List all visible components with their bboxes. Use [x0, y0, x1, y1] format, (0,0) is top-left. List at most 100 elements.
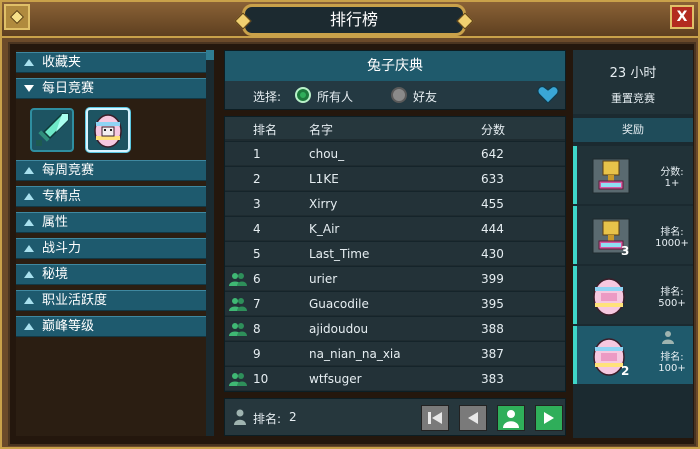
filter-friends-radio[interactable] — [391, 87, 407, 103]
rank-cell: 1 — [253, 147, 261, 161]
sidebar-item-paragon[interactable]: 巅峰等级 — [16, 316, 208, 337]
rank-cell: 4 — [253, 222, 261, 236]
sidebar-item-label: 收藏夹 — [42, 55, 82, 70]
name-cell: L1KE — [309, 172, 339, 186]
table-row[interactable]: 7 Guacodile 395 — [225, 291, 565, 315]
title-bar: 排行榜 X — [2, 2, 698, 38]
sidebar-item-label: 每周竞赛 — [42, 163, 95, 178]
column-header-name: 名字 — [309, 123, 334, 137]
leaderboard-table: 排名 名字 分数 1 chou_ 642 2 L1KE 633 3 Xirry 455 4 K_Ai… — [224, 116, 566, 392]
name-cell: Guacodile — [309, 297, 369, 311]
daily-event-sword[interactable] — [30, 108, 74, 152]
rank-cell: 10 — [253, 372, 269, 386]
table-row[interactable]: 3 Xirry 455 — [225, 191, 565, 215]
sidebar-item-daily[interactable]: 每日竞赛 — [16, 78, 208, 99]
score-cell: 455 — [481, 197, 504, 211]
expand-arrow-icon — [24, 245, 34, 252]
collapse-arrow-icon — [24, 85, 34, 92]
score-cell: 430 — [481, 247, 504, 261]
expand-arrow-icon — [24, 271, 34, 278]
filter-row: 选择: 所有人 好友 — [225, 81, 565, 109]
close-button[interactable]: X — [670, 5, 694, 29]
first-page-icon — [428, 412, 442, 424]
friends-icon — [229, 323, 247, 336]
sidebar-item-weekly[interactable]: 每周竞赛 — [16, 160, 208, 181]
reward-item[interactable]: 排名: 500+ — [573, 266, 693, 324]
reward-count: 2 — [621, 364, 630, 378]
event-info-panel: 23 小时 重置竞赛 奖励 分数: 1+ 3 排名: 1000+ 排名: 500+ 2 排… — [573, 50, 693, 438]
table-row[interactable]: 2 L1KE 633 — [225, 166, 565, 190]
reward-item[interactable]: 2 排名: 100+ — [573, 326, 693, 384]
table-row[interactable]: 4 K_Air 444 — [225, 216, 565, 240]
name-cell: ajidoudou — [309, 322, 369, 336]
filter-label: 选择: — [253, 90, 282, 104]
sidebar-scrollbar[interactable] — [206, 50, 214, 436]
filter-everyone-radio[interactable] — [295, 87, 311, 103]
category-sidebar: 收藏夹 每日竞赛 每周竞赛 专精点 属性 战斗力 秘境 职业活跃度 巅峰等级 — [16, 50, 208, 436]
event-header: 兔子庆典 选择: 所有人 好友 — [224, 50, 566, 110]
trophy-icon — [592, 158, 630, 194]
heart-icon[interactable] — [537, 85, 559, 105]
name-cell: urier — [309, 272, 338, 286]
reward-item[interactable]: 3 排名: 1000+ — [573, 206, 693, 264]
name-cell: chou_ — [309, 147, 345, 161]
score-cell: 633 — [481, 172, 504, 186]
next-page-button[interactable] — [535, 405, 563, 431]
daily-event-egg[interactable] — [86, 108, 130, 152]
table-row[interactable]: 6 urier 399 — [225, 266, 565, 290]
sidebar-item-class-activity[interactable]: 职业活跃度 — [16, 290, 208, 311]
reward-requirement: 排名: 100+ — [658, 352, 686, 374]
sidebar-item-dungeon[interactable]: 秘境 — [16, 264, 208, 285]
friends-icon — [229, 373, 247, 386]
expand-arrow-icon — [24, 323, 34, 330]
sidebar-item-mastery[interactable]: 专精点 — [16, 186, 208, 207]
table-row[interactable]: 5 Last_Time 430 — [225, 241, 565, 265]
reward-requirement: 排名: 500+ — [658, 287, 686, 309]
content-area: 收藏夹 每日竞赛 每周竞赛 专精点 属性 战斗力 秘境 职业活跃度 巅峰等级 兔… — [8, 42, 696, 446]
next-page-icon — [544, 412, 554, 424]
expand-arrow-icon — [24, 297, 34, 304]
sidebar-item-label: 职业活跃度 — [42, 293, 108, 308]
score-cell: 387 — [481, 347, 504, 361]
sidebar-item-label: 秘境 — [42, 267, 69, 282]
expand-arrow-icon — [24, 193, 34, 200]
table-row[interactable]: 8 ajidoudou 388 — [225, 316, 565, 340]
my-rank-bar: 排名: 2 — [224, 398, 566, 436]
my-position-button[interactable] — [497, 405, 525, 431]
sidebar-item-power[interactable]: 战斗力 — [16, 238, 208, 259]
daily-event-icons — [30, 108, 140, 156]
friends-icon — [229, 273, 247, 286]
rank-cell: 7 — [253, 297, 261, 311]
my-position-icon — [503, 410, 519, 428]
leaderboard-window: 排行榜 X 收藏夹 每日竞赛 每周竞赛 专精点 属性 战斗力 秘境 职业活跃度 … — [0, 0, 700, 449]
table-row[interactable]: 10 wtfsuger 383 — [225, 366, 565, 390]
my-rank-value: 2 — [289, 410, 297, 424]
name-cell: Last_Time — [309, 247, 370, 261]
score-cell: 399 — [481, 272, 504, 286]
table-row[interactable]: 9 na_nian_na_xia 387 — [225, 341, 565, 365]
my-rank-label: 排名: — [253, 412, 282, 426]
filter-friends-label[interactable]: 好友 — [413, 88, 437, 105]
rank-cell: 5 — [253, 247, 261, 261]
table-header: 排名 名字 分数 — [225, 117, 565, 139]
table-row[interactable]: 1 chou_ 642 — [225, 141, 565, 165]
filter-everyone-label[interactable]: 所有人 — [317, 88, 353, 105]
name-cell: na_nian_na_xia — [309, 347, 401, 361]
sidebar-item-label: 战斗力 — [42, 241, 82, 256]
column-header-score: 分数 — [481, 123, 506, 137]
prev-page-icon — [468, 412, 478, 424]
sidebar-item-attributes[interactable]: 属性 — [16, 212, 208, 233]
score-cell: 642 — [481, 147, 504, 161]
diamond-icon — [9, 9, 25, 25]
time-remaining: 23 小时 — [609, 66, 657, 81]
expand-arrow-icon — [24, 167, 34, 174]
prev-page-button[interactable] — [459, 405, 487, 431]
sidebar-item-favorites[interactable]: 收藏夹 — [16, 52, 208, 73]
first-page-button[interactable] — [421, 405, 449, 431]
scrollbar-thumb[interactable] — [206, 50, 214, 60]
menu-button[interactable] — [4, 4, 30, 30]
reward-item[interactable]: 分数: 1+ — [573, 146, 693, 204]
event-title: 兔子庆典 — [225, 51, 565, 81]
rank-cell: 2 — [253, 172, 261, 186]
friends-icon — [229, 298, 247, 311]
